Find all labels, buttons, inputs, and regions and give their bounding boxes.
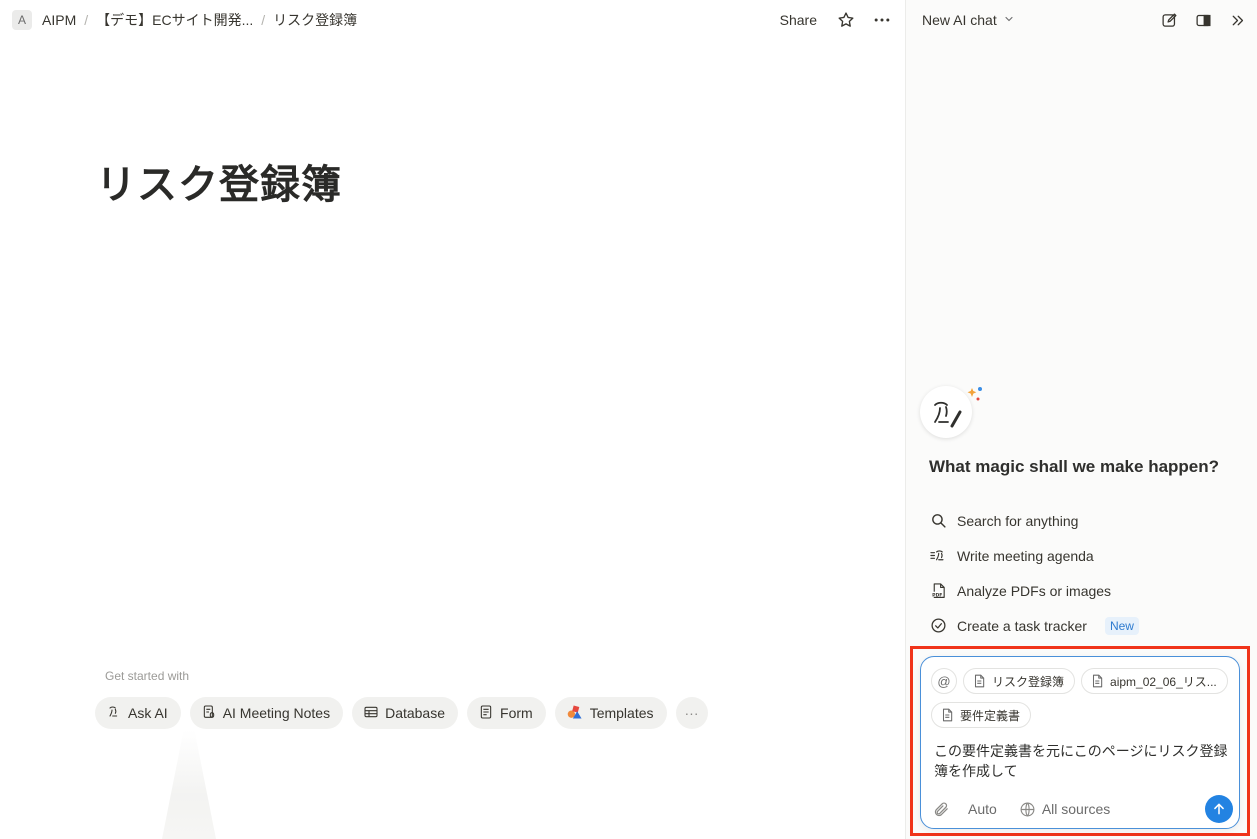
more-options-icon[interactable] — [871, 9, 893, 31]
page-icon — [1090, 674, 1104, 688]
share-button[interactable]: Share — [776, 10, 821, 30]
mode-selector[interactable]: Auto — [968, 801, 997, 817]
main-page: A AIPM / 【デモ】ECサイト開発... / リスク登録簿 Share リ… — [0, 0, 905, 839]
suggestion-label: Write meeting agenda — [957, 547, 1094, 564]
get-started-heading: Get started with — [105, 669, 190, 683]
send-button[interactable] — [1205, 795, 1233, 823]
mention-button[interactable]: @ — [931, 668, 957, 694]
chat-title: New AI chat — [922, 12, 997, 28]
context-chip-requirements[interactable]: 要件定義書 — [931, 702, 1032, 728]
ai-chat-panel: New AI chat What magic shall we make hap… — [905, 0, 1257, 839]
breadcrumb: A AIPM / 【デモ】ECサイト開発... / リスク登録簿 — [12, 8, 361, 32]
sources-selector[interactable]: All sources — [1042, 801, 1110, 817]
suggestion-search[interactable]: Search for anything — [929, 503, 1239, 538]
context-chip-label: aipm_02_06_リス... — [1110, 674, 1217, 689]
ask-ai-chip[interactable]: Ask AI — [95, 697, 181, 729]
search-icon — [929, 512, 947, 530]
ai-avatar — [920, 386, 984, 440]
breadcrumb-separator: / — [261, 12, 266, 28]
table-icon — [363, 704, 379, 723]
panel-layout-icon[interactable] — [1192, 9, 1214, 31]
page-title[interactable]: リスク登録簿 — [96, 152, 342, 210]
breadcrumb-separator: / — [84, 12, 89, 28]
chat-title-dropdown[interactable]: New AI chat — [922, 12, 1015, 28]
svg-text:PDF: PDF — [932, 592, 942, 598]
templates-icon — [566, 704, 584, 723]
decorative-glow — [162, 730, 216, 839]
suggestion-meeting-agenda[interactable]: Write meeting agenda — [929, 538, 1239, 573]
form-chip[interactable]: Form — [467, 697, 546, 729]
chip-label: AI Meeting Notes — [222, 705, 331, 721]
templates-chip[interactable]: Templates — [554, 697, 667, 729]
globe-icon — [1019, 801, 1036, 818]
chip-label: Form — [500, 705, 533, 721]
database-chip[interactable]: Database — [352, 697, 459, 729]
context-chip-label: 要件定義書 — [960, 708, 1021, 723]
collapse-panel-icon[interactable] — [1226, 9, 1248, 31]
agenda-icon — [929, 547, 947, 565]
new-badge: New — [1104, 616, 1139, 635]
suggestion-analyze-pdfs[interactable]: PDF Analyze PDFs or images — [929, 573, 1239, 608]
prompt-input[interactable]: この要件定義書を元にこのページにリスク登録簿を作成して — [934, 741, 1234, 781]
breadcrumb-item-current-page[interactable]: リスク登録簿 — [269, 8, 361, 32]
context-chip-file[interactable]: aipm_02_06_リス... — [1081, 668, 1228, 694]
arrow-up-icon — [1214, 803, 1224, 815]
context-chip-label: リスク登録簿 — [992, 674, 1065, 689]
breadcrumb-item-workspace[interactable]: AIPM — [38, 10, 80, 30]
page-icon — [940, 708, 954, 722]
top-bar: A AIPM / 【デモ】ECサイト開発... / リスク登録簿 Share — [0, 0, 905, 40]
suggestion-label: Create a task tracker — [957, 617, 1087, 634]
meeting-notes-icon — [201, 704, 217, 723]
get-started-chips: Ask AI AI Meeting Notes Database Form Te… — [95, 697, 708, 729]
form-icon — [478, 704, 494, 723]
suggestion-label: Analyze PDFs or images — [957, 582, 1112, 599]
more-chip[interactable]: ··· — [675, 697, 708, 729]
attach-icon[interactable] — [933, 801, 950, 818]
context-chip-page[interactable]: リスク登録簿 — [963, 668, 1076, 694]
suggestion-task-tracker[interactable]: Create a task tracker New — [929, 608, 1239, 643]
chevron-down-icon — [1003, 12, 1015, 28]
check-circle-icon — [929, 617, 947, 635]
suggestion-label: Search for anything — [957, 512, 1079, 529]
ai-face-icon — [106, 704, 122, 723]
workspace-avatar[interactable]: A — [12, 10, 32, 30]
welcome-heading: What magic shall we make happen? — [929, 457, 1220, 476]
chat-composer[interactable]: @ リスク登録簿 aipm_02_06_リス... 要件定義書 この要件定義書を… — [920, 656, 1240, 829]
pdf-icon: PDF — [929, 582, 947, 600]
suggestion-list: Search for anything Write meeting agenda… — [929, 503, 1239, 643]
chip-label: Ask AI — [128, 705, 168, 721]
ai-panel-header: New AI chat — [906, 0, 1257, 40]
star-icon[interactable] — [835, 9, 857, 31]
chip-label: Database — [385, 705, 446, 721]
chip-label: Templates — [589, 705, 654, 721]
new-chat-icon[interactable] — [1158, 9, 1180, 31]
page-icon — [972, 674, 986, 688]
breadcrumb-item-project[interactable]: 【デモ】ECサイト開発... — [92, 8, 257, 32]
ai-meeting-notes-chip[interactable]: AI Meeting Notes — [189, 697, 344, 729]
